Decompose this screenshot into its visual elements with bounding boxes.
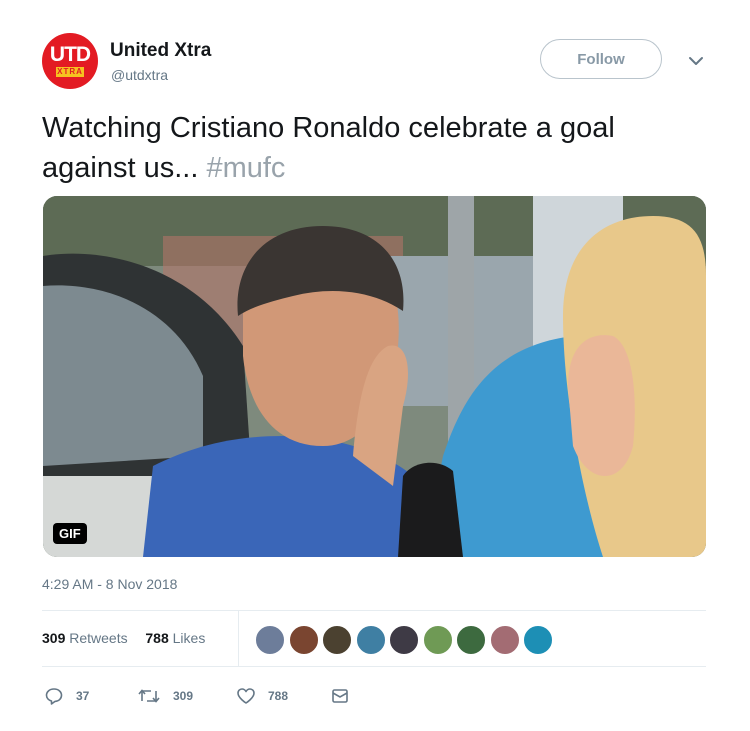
reply-icon — [45, 688, 63, 705]
liker-avatar[interactable] — [355, 625, 386, 655]
gif-media[interactable]: GIF — [43, 196, 706, 557]
retweet-action[interactable]: 309 — [137, 686, 193, 706]
avatar[interactable]: UTD XTRA — [42, 33, 98, 89]
tweet-text: Watching Cristiano Ronaldo celebrate a g… — [42, 108, 712, 188]
hashtag-link[interactable]: #mufc — [206, 152, 285, 184]
divider — [42, 610, 706, 611]
liker-avatar[interactable] — [255, 625, 285, 655]
avatar-text-bottom: XTRA — [56, 67, 84, 77]
retweets-count[interactable]: 309 — [42, 630, 65, 646]
tweet-timestamp[interactable]: 4:29 AM - 8 Nov 2018 — [42, 576, 177, 592]
message-action[interactable] — [330, 686, 350, 706]
likes-count[interactable]: 788 — [145, 630, 168, 646]
like-count: 788 — [268, 689, 289, 703]
gif-frame — [43, 196, 706, 557]
gif-badge: GIF — [53, 523, 87, 544]
retweet-icon — [138, 689, 160, 703]
liker-avatar[interactable] — [456, 625, 486, 655]
reply-action[interactable]: 37 — [44, 686, 89, 706]
follow-button[interactable]: Follow — [540, 39, 662, 79]
engagement-stats: 309 Retweets 788 Likes — [42, 630, 205, 646]
retweets-label[interactable]: Retweets — [69, 630, 127, 646]
reply-count: 37 — [76, 689, 90, 703]
likes-label[interactable]: Likes — [173, 630, 206, 646]
liker-avatar[interactable] — [322, 625, 352, 655]
chevron-down-icon[interactable] — [686, 54, 706, 68]
divider-vertical — [238, 611, 239, 666]
heart-icon — [237, 688, 255, 704]
author-name[interactable]: United Xtra — [110, 40, 211, 62]
divider — [42, 666, 706, 667]
liker-avatar[interactable] — [389, 625, 419, 655]
tweet-body: Watching Cristiano Ronaldo celebrate a g… — [42, 112, 615, 184]
liker-avatar[interactable] — [422, 625, 453, 655]
envelope-icon — [332, 689, 348, 703]
like-action[interactable]: 788 — [236, 686, 288, 706]
liker-avatar[interactable] — [523, 625, 553, 655]
retweet-count: 309 — [173, 689, 194, 703]
author-handle[interactable]: @utdxtra — [111, 67, 168, 83]
avatar-text-top: UTD — [49, 43, 91, 66]
liker-avatar[interactable] — [489, 625, 520, 655]
liker-avatar[interactable] — [288, 625, 319, 655]
